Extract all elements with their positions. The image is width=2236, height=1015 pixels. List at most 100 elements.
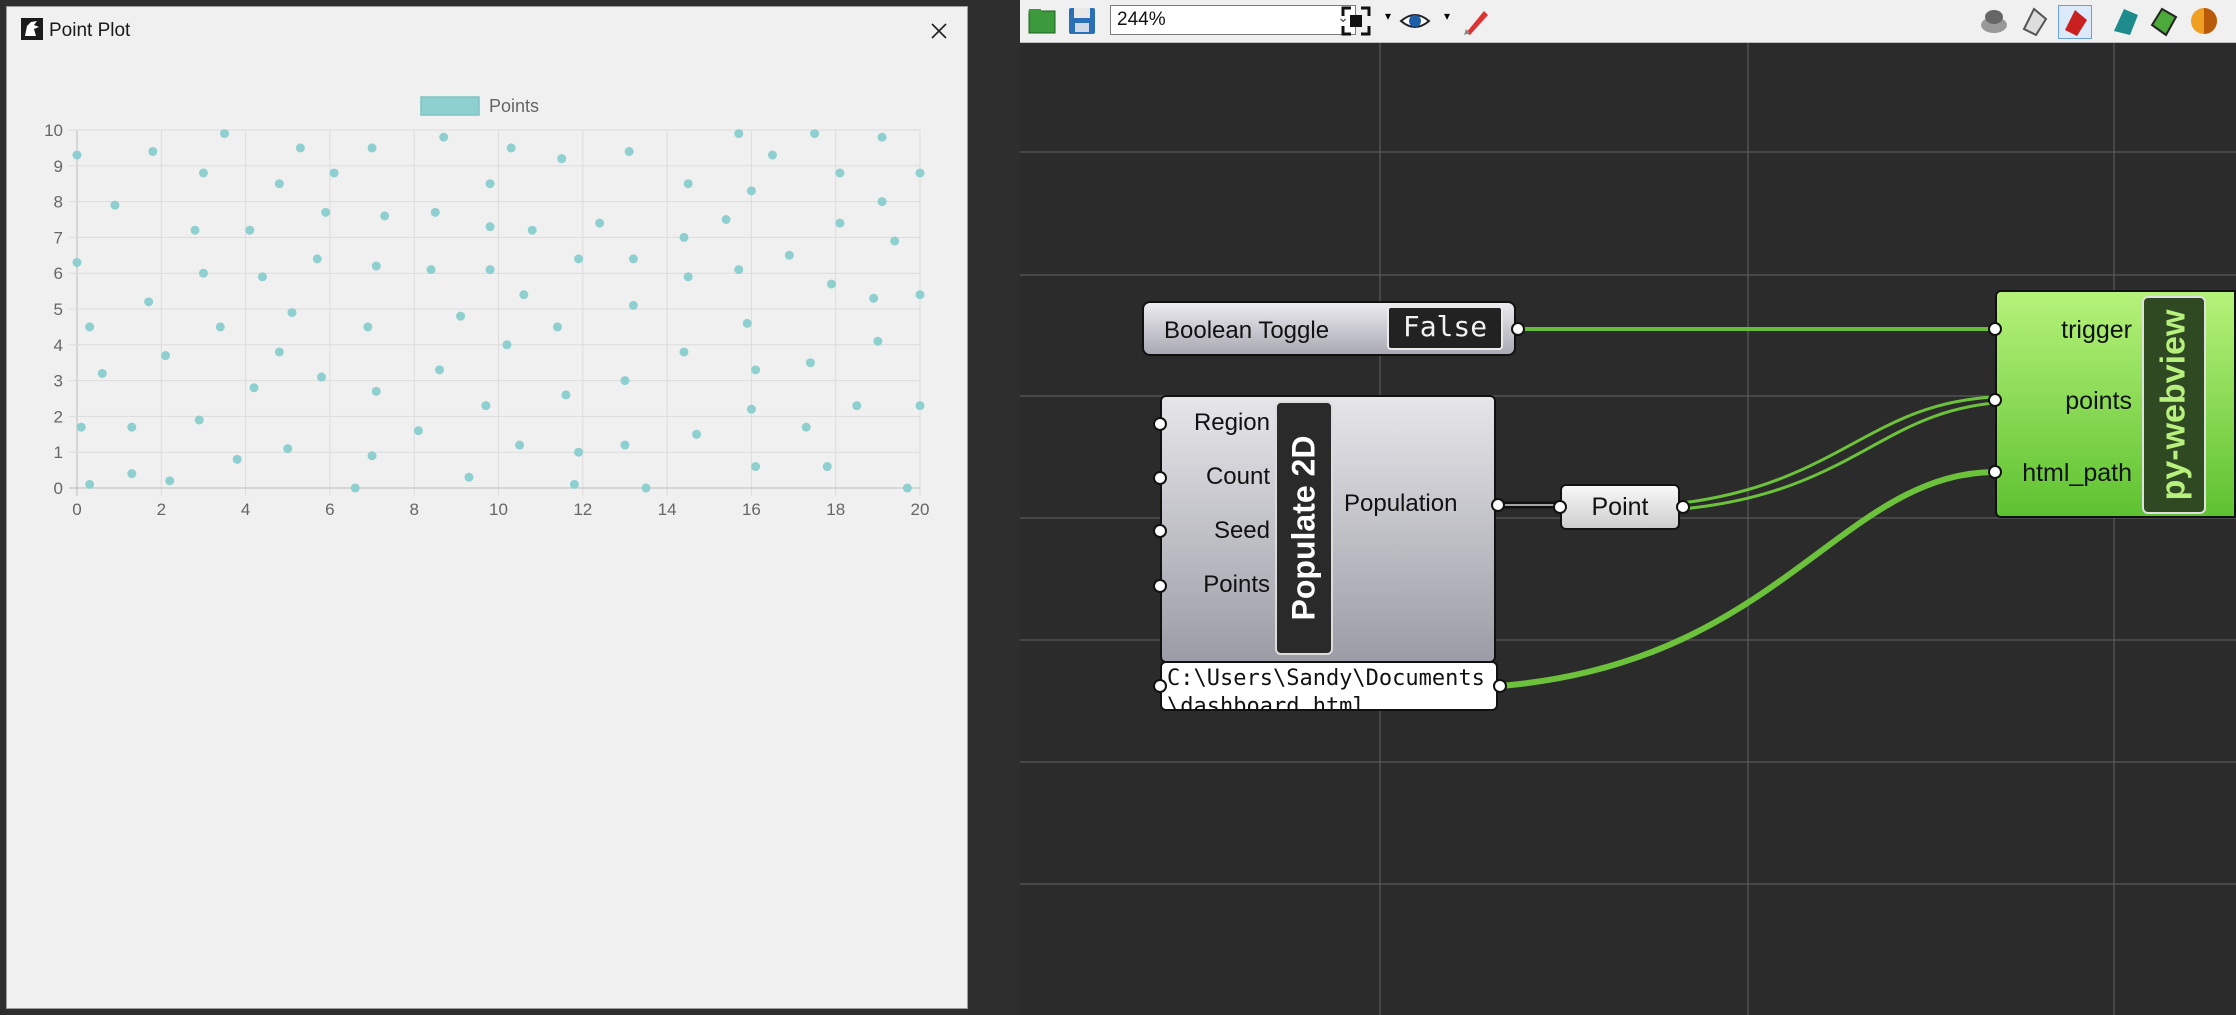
zoom-extents-icon[interactable] — [1340, 5, 1372, 37]
data-point — [430, 207, 440, 217]
window-titlebar[interactable]: Point Plot — [7, 7, 967, 51]
data-point — [628, 254, 638, 264]
populate-2d-component[interactable]: Region Count Seed Points Populate 2D Pop… — [1160, 395, 1496, 663]
x-tick-label: 16 — [742, 500, 761, 519]
rhino-app-icon — [21, 18, 43, 40]
trigger-input-grip[interactable] — [1988, 322, 2002, 336]
x-tick-label: 14 — [658, 500, 677, 519]
data-point — [569, 479, 579, 489]
data-point — [194, 415, 204, 425]
x-tick-label: 0 — [72, 500, 81, 519]
data-point — [76, 422, 86, 432]
point-param[interactable]: Point — [1560, 484, 1680, 530]
data-point — [380, 211, 390, 221]
point-output-grip[interactable] — [1676, 500, 1690, 514]
boolean-toggle[interactable]: Boolean Toggle False — [1142, 301, 1516, 356]
data-point — [751, 365, 761, 375]
zoom-dropdown[interactable]: 244% ⌄ — [1110, 5, 1356, 35]
region-input-grip[interactable] — [1153, 417, 1167, 431]
webview-frame: Point Plot 0 2 4 6 8 10 12 14 16 18 20 0 1 2 3 4 5 6 7 8 9 10… — [6, 6, 968, 1009]
data-point — [456, 311, 466, 321]
data-point — [161, 351, 171, 361]
data-point — [485, 179, 495, 189]
toggle-value-button[interactable]: False — [1387, 306, 1503, 350]
count-input-grip[interactable] — [1153, 471, 1167, 485]
data-point — [683, 179, 693, 189]
panel-input-grip[interactable] — [1153, 679, 1167, 693]
data-point — [215, 322, 225, 332]
data-point — [316, 372, 326, 382]
point-input-grip[interactable] — [1553, 500, 1567, 514]
data-point — [485, 265, 495, 275]
data-point — [628, 300, 638, 310]
data-point — [620, 376, 630, 386]
zoom-value: 244% — [1117, 9, 1166, 30]
html-path-input-grip[interactable] — [1988, 465, 2002, 479]
data-point — [805, 358, 815, 368]
data-point — [85, 322, 95, 332]
y-tick-label: 7 — [54, 228, 63, 247]
data-point — [915, 401, 925, 411]
data-point — [574, 447, 584, 457]
data-point — [641, 483, 651, 493]
data-point — [485, 222, 495, 232]
data-point — [561, 390, 571, 400]
save-file-icon[interactable] — [1066, 5, 1098, 37]
dropdown-arrow-icon[interactable]: ▾ — [1385, 9, 1391, 23]
data-point — [890, 236, 900, 246]
data-point — [746, 186, 756, 196]
y-tick-label: 1 — [54, 443, 63, 462]
data-point — [692, 429, 702, 439]
data-point — [72, 257, 82, 267]
y-tick-label: 3 — [54, 372, 63, 391]
y-tick-label: 4 — [54, 336, 63, 355]
preview-shaded-icon[interactable] — [2058, 5, 2092, 39]
data-point — [350, 483, 360, 493]
path-panel[interactable]: C:\Users\Sandy\Documents\dashboard.html — [1160, 661, 1498, 711]
input-seed: Seed — [1213, 517, 1270, 544]
webview-window: Point Plot 0 2 4 6 8 10 12 14 16 18 20 0 1 2 3 4 5 6 7 8 9 10… — [0, 0, 970, 1015]
sketch-pen-icon[interactable] — [1460, 5, 1492, 37]
close-button[interactable] — [921, 13, 957, 49]
data-point — [746, 404, 756, 414]
data-point — [506, 143, 516, 153]
dropdown-arrow-icon[interactable]: ▾ — [1444, 9, 1450, 23]
grasshopper-canvas[interactable]: Boolean Toggle False Region Count Seed P… — [1020, 43, 2236, 1015]
open-file-icon[interactable] — [1026, 5, 1058, 37]
data-point — [734, 129, 744, 139]
points-input-grip-webview[interactable] — [1988, 393, 2002, 407]
window-title: Point Plot — [49, 20, 131, 41]
preview-wire-icon[interactable] — [2018, 5, 2050, 37]
py-webview-component[interactable]: trigger points html_path py-webview — [1995, 290, 2236, 518]
toggle-output-grip[interactable] — [1511, 322, 1525, 336]
preview-eye-icon[interactable] — [1399, 5, 1431, 37]
data-point — [481, 401, 491, 411]
input-html-path: html_path — [2022, 459, 2132, 487]
data-point — [679, 232, 689, 242]
data-point — [624, 146, 634, 156]
x-tick-label: 6 — [325, 500, 334, 519]
data-point — [574, 254, 584, 264]
data-point — [595, 218, 605, 228]
data-point — [283, 444, 293, 454]
scatter-chart: 0 2 4 6 8 10 12 14 16 18 20012345678910Points — [44, 96, 929, 519]
population-output-grip[interactable] — [1491, 498, 1505, 512]
data-point — [679, 347, 689, 357]
populate-2d-nickname: Populate 2D — [1275, 401, 1333, 655]
data-point — [826, 279, 836, 289]
points-input-grip[interactable] — [1153, 579, 1167, 593]
y-tick-label: 2 — [54, 407, 63, 426]
data-point — [767, 150, 777, 160]
y-tick-label: 9 — [54, 157, 63, 176]
data-point — [321, 207, 331, 217]
input-trigger: trigger — [2061, 316, 2132, 344]
preview-mesh-icon[interactable] — [2148, 5, 2180, 37]
data-point — [110, 200, 120, 210]
data-point — [72, 150, 82, 160]
material-sphere-icon[interactable] — [2188, 5, 2220, 37]
data-point — [801, 422, 811, 432]
seed-input-grip[interactable] — [1153, 524, 1167, 538]
panel-output-grip[interactable] — [1493, 679, 1507, 693]
preview-off-icon[interactable] — [1978, 5, 2010, 37]
bake-icon[interactable] — [2110, 5, 2142, 37]
